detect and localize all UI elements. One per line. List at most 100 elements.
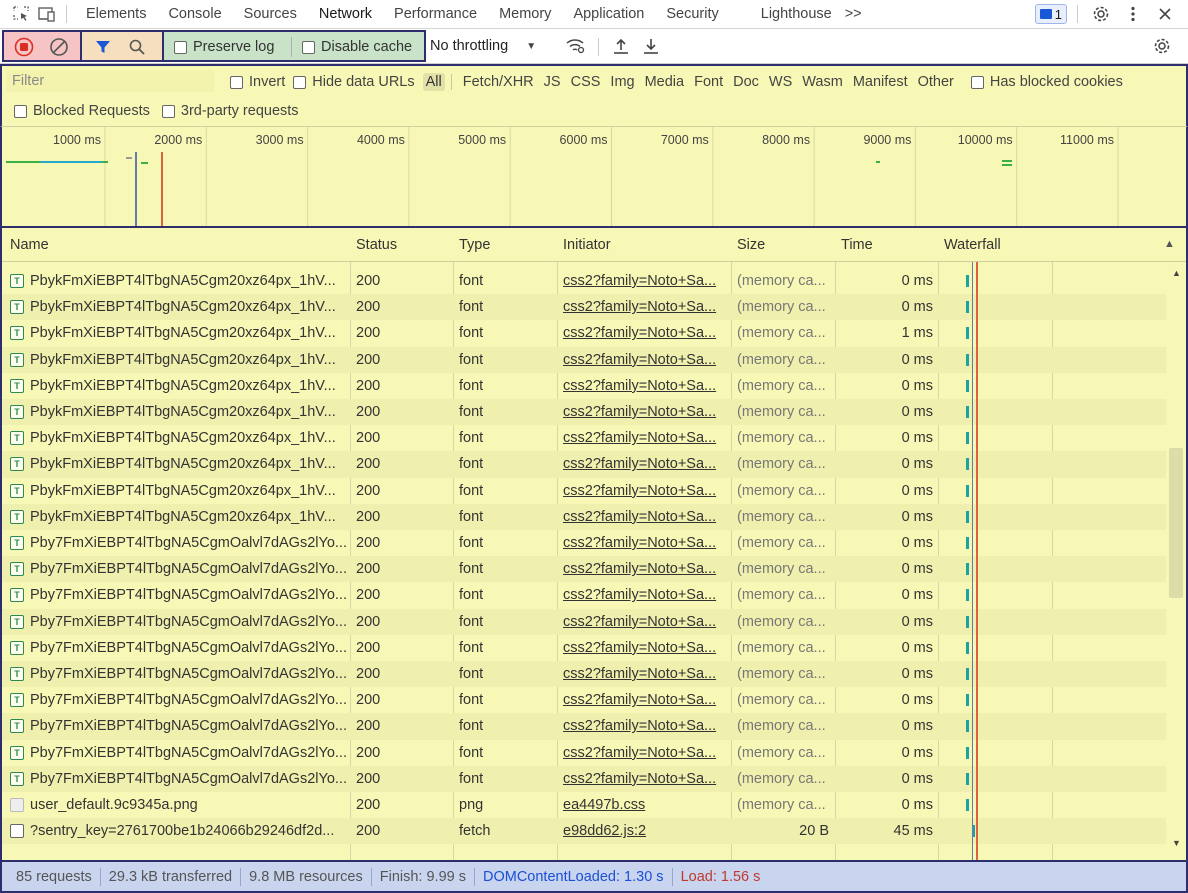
search-icon[interactable] <box>126 36 148 58</box>
table-row[interactable]: T PbykFmXiEBPT4lTbgNA5Cgm20xz64px_1hV... 2… <box>2 478 1166 504</box>
sort-ascending-icon[interactable]: ▲ <box>1164 238 1175 250</box>
tab-memory[interactable]: Memory <box>488 0 562 29</box>
column-header-type[interactable]: Type <box>459 237 490 253</box>
cell-initiator-link[interactable]: css2?family=Noto+Sa... <box>563 582 723 608</box>
preserve-log-toggle[interactable]: Preserve log <box>174 39 274 55</box>
cell-initiator-link[interactable]: css2?family=Noto+Sa... <box>563 294 723 320</box>
cell-initiator-link[interactable]: css2?family=Noto+Sa... <box>563 766 723 792</box>
table-row[interactable]: T Pby7FmXiEBPT4lTbgNA5CgmOalvl7dAGs2lYo..… <box>2 608 1166 635</box>
table-row[interactable]: T Pby7FmXiEBPT4lTbgNA5CgmOalvl7dAGs2lYo..… <box>2 713 1166 740</box>
inspect-element-icon[interactable] <box>8 1 34 27</box>
cell-initiator-link[interactable]: css2?family=Noto+Sa... <box>563 373 723 399</box>
network-settings-gear-icon[interactable] <box>1151 35 1173 57</box>
has-blocked-cookies-toggle[interactable]: Has blocked cookies <box>970 74 1123 90</box>
cell-initiator-link[interactable]: css2?family=Noto+Sa... <box>563 687 723 713</box>
cell-initiator-link[interactable]: css2?family=Noto+Sa... <box>563 399 723 425</box>
table-row[interactable]: ?sentry_key=2761700be1b24066b29246df2d..… <box>2 818 1166 845</box>
third-party-requests-checkbox[interactable] <box>161 104 175 118</box>
cell-initiator-link[interactable]: css2?family=Noto+Sa... <box>563 635 723 661</box>
table-row[interactable]: T PbykFmXiEBPT4lTbgNA5Cgm20xz64px_1hV... 2… <box>2 503 1166 530</box>
type-filter-js[interactable]: JS <box>541 73 564 91</box>
cell-name[interactable]: T Pby7FmXiEBPT4lTbgNA5CgmOalvl7dAGs2lYo..… <box>10 766 346 792</box>
column-header-status[interactable]: Status <box>356 237 397 253</box>
tab-lighthouse[interactable]: Lighthouse <box>730 0 843 29</box>
cell-name[interactable]: T PbykFmXiEBPT4lTbgNA5Cgm20xz64px_1hV... <box>10 451 346 477</box>
kebab-menu-icon[interactable] <box>1120 1 1146 27</box>
network-overview-timeline[interactable]: 1000 ms 2000 ms 3000 ms 4000 ms 5000 ms 6000 … <box>0 126 1188 228</box>
table-row[interactable]: T PbykFmXiEBPT4lTbgNA5Cgm20xz64px_1hV... 2… <box>2 294 1166 321</box>
cell-initiator-link[interactable]: css2?family=Noto+Sa... <box>563 661 723 687</box>
column-header-initiator[interactable]: Initiator <box>563 237 611 253</box>
type-filter-wasm[interactable]: Wasm <box>799 73 846 91</box>
table-row[interactable]: T Pby7FmXiEBPT4lTbgNA5CgmOalvl7dAGs2lYo..… <box>2 635 1166 661</box>
cell-name[interactable]: T Pby7FmXiEBPT4lTbgNA5CgmOalvl7dAGs2lYo..… <box>10 635 346 661</box>
cell-name[interactable]: T Pby7FmXiEBPT4lTbgNA5CgmOalvl7dAGs2lYo..… <box>10 713 346 739</box>
cell-name[interactable]: T PbykFmXiEBPT4lTbgNA5Cgm20xz64px_1hV... <box>10 425 346 451</box>
cell-initiator-link[interactable]: ea4497b.css <box>563 792 723 818</box>
has-blocked-cookies-checkbox[interactable] <box>970 75 984 89</box>
table-row[interactable]: T Pby7FmXiEBPT4lTbgNA5CgmOalvl7dAGs2lYo..… <box>2 582 1166 608</box>
preserve-log-checkbox[interactable] <box>174 40 187 54</box>
cell-name[interactable]: T PbykFmXiEBPT4lTbgNA5Cgm20xz64px_1hV... <box>10 504 346 530</box>
type-filter-fetch-xhr[interactable]: Fetch/XHR <box>460 73 537 91</box>
table-row[interactable]: T PbykFmXiEBPT4lTbgNA5Cgm20xz64px_1hV... 2… <box>2 346 1166 373</box>
cell-name[interactable]: T PbykFmXiEBPT4lTbgNA5Cgm20xz64px_1hV... <box>10 294 346 320</box>
table-row[interactable]: T PbykFmXiEBPT4lTbgNA5Cgm20xz64px_1hV... 2… <box>2 399 1166 426</box>
table-row[interactable]: T Pby7FmXiEBPT4lTbgNA5CgmOalvl7dAGs2lYo..… <box>2 530 1166 556</box>
type-filter-other[interactable]: Other <box>915 73 957 91</box>
cell-name[interactable]: T PbykFmXiEBPT4lTbgNA5Cgm20xz64px_1hV... <box>10 478 346 504</box>
type-filter-ws[interactable]: WS <box>766 73 795 91</box>
table-row[interactable]: T Pby7FmXiEBPT4lTbgNA5CgmOalvl7dAGs2lYo..… <box>2 765 1166 792</box>
tab-application[interactable]: Application <box>562 0 655 29</box>
disable-cache-checkbox[interactable] <box>302 40 315 54</box>
cell-initiator-link[interactable]: css2?family=Noto+Sa... <box>563 451 723 477</box>
cell-name[interactable]: ?sentry_key=2761700be1b24066b29246df2d..… <box>10 818 346 844</box>
cell-name[interactable]: T Pby7FmXiEBPT4lTbgNA5CgmOalvl7dAGs2lYo..… <box>10 609 346 635</box>
table-scrollbar[interactable]: ▲ ▼ <box>1166 262 1186 860</box>
column-header-time[interactable]: Time <box>841 237 873 253</box>
stop-recording-icon[interactable] <box>13 36 35 58</box>
throttling-select[interactable]: No throttling ▼ <box>430 38 536 54</box>
cell-name[interactable]: T Pby7FmXiEBPT4lTbgNA5CgmOalvl7dAGs2lYo..… <box>10 687 346 713</box>
cell-initiator-link[interactable]: css2?family=Noto+Sa... <box>563 504 723 530</box>
close-icon[interactable] <box>1152 1 1178 27</box>
cell-name[interactable]: T PbykFmXiEBPT4lTbgNA5Cgm20xz64px_1hV... <box>10 347 346 373</box>
cell-name[interactable]: user_default.9c9345a.png <box>10 792 346 818</box>
cell-initiator-link[interactable]: css2?family=Noto+Sa... <box>563 478 723 504</box>
clear-log-icon[interactable] <box>48 36 70 58</box>
table-row[interactable]: T PbykFmXiEBPT4lTbgNA5Cgm20xz64px_1hV... 2… <box>2 451 1166 478</box>
import-har-icon[interactable] <box>610 35 632 57</box>
cell-initiator-link[interactable]: css2?family=Noto+Sa... <box>563 530 723 556</box>
scroll-up-arrow-icon[interactable]: ▲ <box>1172 268 1181 278</box>
issues-badge[interactable]: 1 <box>1034 4 1067 24</box>
cell-initiator-link[interactable]: css2?family=Noto+Sa... <box>563 556 723 582</box>
type-filter-media[interactable]: Media <box>642 73 688 91</box>
invert-toggle[interactable]: Invert <box>230 74 285 90</box>
column-header-name[interactable]: Name <box>10 237 49 253</box>
settings-gear-icon[interactable] <box>1088 1 1114 27</box>
cell-initiator-link[interactable]: css2?family=Noto+Sa... <box>563 268 723 294</box>
cell-initiator-link[interactable]: css2?family=Noto+Sa... <box>563 347 723 373</box>
type-filter-img[interactable]: Img <box>607 73 637 91</box>
type-filter-all[interactable]: All <box>422 73 445 91</box>
cell-name[interactable]: T Pby7FmXiEBPT4lTbgNA5CgmOalvl7dAGs2lYo..… <box>10 661 346 687</box>
cell-name[interactable]: T Pby7FmXiEBPT4lTbgNA5CgmOalvl7dAGs2lYo..… <box>10 530 346 556</box>
scroll-down-arrow-icon[interactable]: ▼ <box>1172 838 1181 848</box>
cell-name[interactable]: T PbykFmXiEBPT4lTbgNA5Cgm20xz64px_1hV... <box>10 320 346 346</box>
scrollbar-thumb[interactable] <box>1169 448 1183 598</box>
column-header-size[interactable]: Size <box>737 237 765 253</box>
cell-name[interactable]: T Pby7FmXiEBPT4lTbgNA5CgmOalvl7dAGs2lYo..… <box>10 556 346 582</box>
cell-initiator-link[interactable]: css2?family=Noto+Sa... <box>563 609 723 635</box>
more-tabs-button[interactable]: >> <box>843 0 873 29</box>
export-har-icon[interactable] <box>640 35 662 57</box>
cell-initiator-link[interactable]: css2?family=Noto+Sa... <box>563 425 723 451</box>
type-filter-doc[interactable]: Doc <box>730 73 762 91</box>
filter-funnel-icon[interactable] <box>92 36 114 58</box>
cell-initiator-link[interactable]: css2?family=Noto+Sa... <box>563 320 723 346</box>
table-row[interactable]: user_default.9c9345a.png 200 png ea4497b.cs… <box>2 792 1166 818</box>
table-row[interactable]: T PbykFmXiEBPT4lTbgNA5Cgm20xz64px_1hV... 2… <box>2 425 1166 451</box>
filter-input[interactable]: Filter <box>6 70 214 92</box>
device-toolbar-icon[interactable] <box>34 1 60 27</box>
tab-network[interactable]: Network <box>308 0 383 29</box>
tab-sources[interactable]: Sources <box>233 0 308 29</box>
